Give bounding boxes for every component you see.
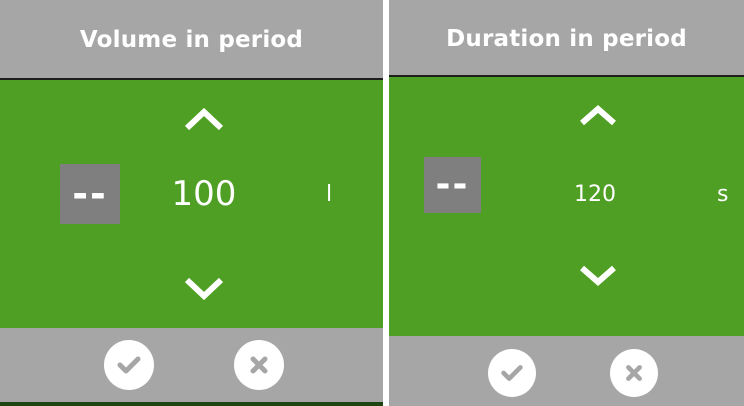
dialog-title: Duration in period xyxy=(389,0,744,77)
check-icon xyxy=(501,365,523,381)
value-editor-area: -- 100 l xyxy=(0,78,383,330)
cancel-button[interactable] xyxy=(610,349,658,397)
value-display[interactable]: 120 xyxy=(559,181,631,209)
confirm-button[interactable] xyxy=(488,349,536,397)
chevron-down-icon[interactable] xyxy=(183,276,225,300)
unit-label: l xyxy=(326,182,333,207)
cancel-button[interactable] xyxy=(234,340,284,390)
unit-label: s xyxy=(717,182,729,207)
sign-toggle-button[interactable]: -- xyxy=(60,164,120,224)
volume-dialog: Volume in period -- 100 l xyxy=(0,0,383,406)
sign-symbol: -- xyxy=(435,164,470,205)
sign-symbol: -- xyxy=(72,172,108,216)
duration-dialog: Duration in period -- 120 s xyxy=(389,0,744,406)
confirm-button[interactable] xyxy=(104,340,154,390)
dialog-title: Volume in period xyxy=(0,0,383,80)
chevron-down-icon[interactable] xyxy=(578,264,618,286)
chevron-up-icon[interactable] xyxy=(578,105,618,127)
chevron-up-icon[interactable] xyxy=(183,108,225,132)
value-display[interactable]: 100 xyxy=(150,174,258,214)
bottom-edge xyxy=(0,402,383,406)
dialog-footer xyxy=(389,336,744,406)
value-editor-area: -- 120 s xyxy=(389,75,744,338)
dialog-footer xyxy=(0,328,383,404)
sign-toggle-button[interactable]: -- xyxy=(424,157,481,213)
close-icon xyxy=(626,365,642,381)
check-icon xyxy=(117,356,141,374)
close-icon xyxy=(250,356,268,374)
